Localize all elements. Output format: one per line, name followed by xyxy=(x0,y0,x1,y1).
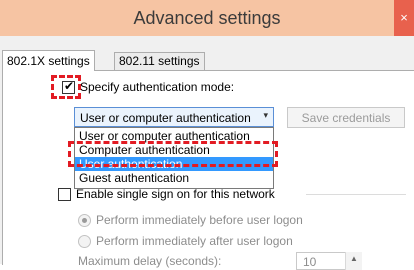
auth-mode-dropdown[interactable]: User or computer authentication ▾ xyxy=(74,107,274,127)
auth-mode-value: User or computer authentication xyxy=(80,111,251,125)
checkbox-highlight xyxy=(51,75,81,99)
radio-dot xyxy=(82,218,87,223)
radio-after-logon-label: Perform immediately after user logon xyxy=(96,234,293,248)
tab-80211-settings[interactable]: 802.11 settings xyxy=(114,52,205,70)
max-delay-value: 10 xyxy=(303,255,317,269)
title-bar: Advanced settings × xyxy=(0,0,414,36)
radio-before-logon-label: Perform immediately before user logon xyxy=(96,213,303,227)
group-divider xyxy=(306,194,406,195)
save-credentials-button[interactable]: Save credentials xyxy=(287,107,405,128)
enable-sso-label: Enable single sign on for this network xyxy=(76,187,275,201)
option-guest[interactable]: Guest authentication xyxy=(75,171,273,185)
close-button[interactable]: × xyxy=(394,0,414,36)
radio-after-logon[interactable] xyxy=(78,235,91,248)
tab-8021x-settings[interactable]: 802.1X settings xyxy=(2,50,95,71)
chevron-down-icon[interactable]: ▾ xyxy=(263,110,268,121)
radio-before-logon[interactable] xyxy=(78,214,91,227)
specify-auth-label: Specify authentication mode: xyxy=(80,80,235,94)
user-auth-highlight xyxy=(68,141,278,167)
max-delay-label: Maximum delay (seconds): xyxy=(78,254,222,268)
window-title: Advanced settings xyxy=(133,8,281,28)
enable-sso-checkbox[interactable] xyxy=(58,188,71,201)
max-delay-spinner[interactable]: 10 ▲ xyxy=(296,252,362,270)
spin-up-icon[interactable]: ▲ xyxy=(345,252,362,270)
